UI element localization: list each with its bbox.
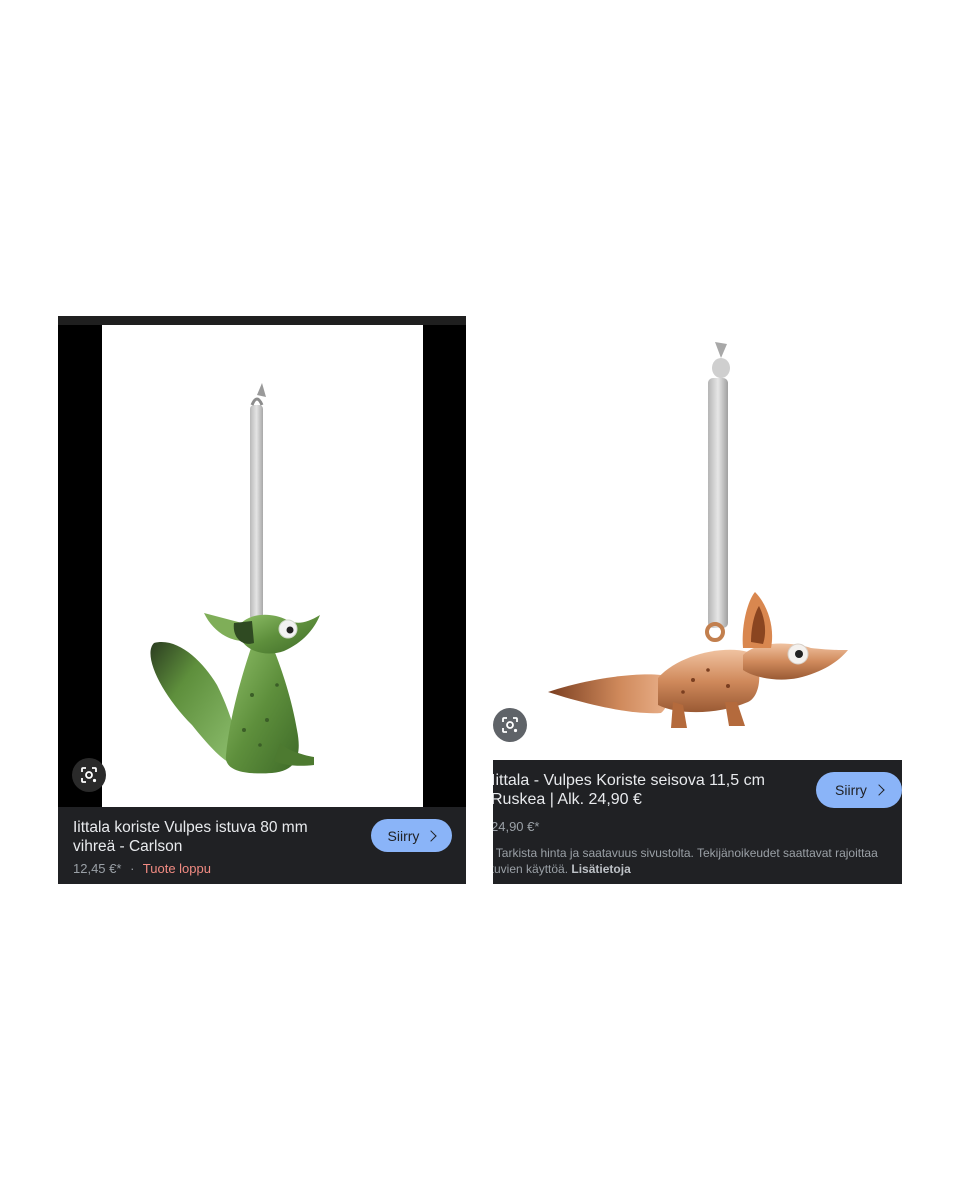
- availability-status: Tuote loppu: [142, 861, 211, 876]
- google-lens-button[interactable]: [493, 708, 527, 742]
- disclaimer: * Tarkista hinta ja saatavuus sivustolta…: [493, 845, 893, 877]
- google-lens-button[interactable]: [72, 758, 106, 792]
- brown-fox-illustration: [548, 342, 848, 728]
- product-info-bar: Iittala - Vulpes Koriste seisova 11,5 cm…: [493, 760, 902, 884]
- product-image-brown-fox[interactable]: [493, 330, 902, 760]
- product-title[interactable]: Iittala koriste Vulpes istuva 80 mm vihr…: [73, 818, 343, 856]
- visit-button[interactable]: Siirry: [371, 819, 452, 852]
- lens-icon: [81, 767, 97, 783]
- product-title[interactable]: Iittala - Vulpes Koriste seisova 11,5 cm…: [493, 771, 791, 809]
- product-card-green-fox[interactable]: Iittala koriste Vulpes istuva 80 mm vihr…: [58, 316, 466, 884]
- chevron-right-icon: [425, 829, 438, 842]
- disclaimer-text: * Tarkista hinta ja saatavuus sivustolta…: [493, 846, 878, 876]
- visit-button-label: Siirry: [387, 827, 420, 844]
- product-info-bar: Iittala koriste Vulpes istuva 80 mm vihr…: [58, 807, 466, 884]
- lens-icon: [502, 717, 518, 733]
- chevron-right-icon: [873, 784, 885, 796]
- product-price: 24,90 €*: [493, 819, 540, 834]
- price-separator: ·: [130, 861, 135, 876]
- green-fox-illustration: [150, 383, 320, 774]
- price-row: 24,90 €*: [493, 819, 539, 835]
- more-info-link[interactable]: Lisätietoja: [571, 862, 630, 876]
- visit-button-label: Siirry: [835, 782, 867, 798]
- card-top-bar: [58, 316, 466, 325]
- price-row: 12,45 €* · Tuote loppu: [73, 861, 211, 877]
- product-card-brown-fox[interactable]: Iittala - Vulpes Koriste seisova 11,5 cm…: [493, 330, 902, 884]
- visit-button[interactable]: Siirry: [816, 772, 902, 808]
- product-price: 12,45 €*: [73, 861, 122, 876]
- product-image-green-fox[interactable]: [102, 325, 423, 807]
